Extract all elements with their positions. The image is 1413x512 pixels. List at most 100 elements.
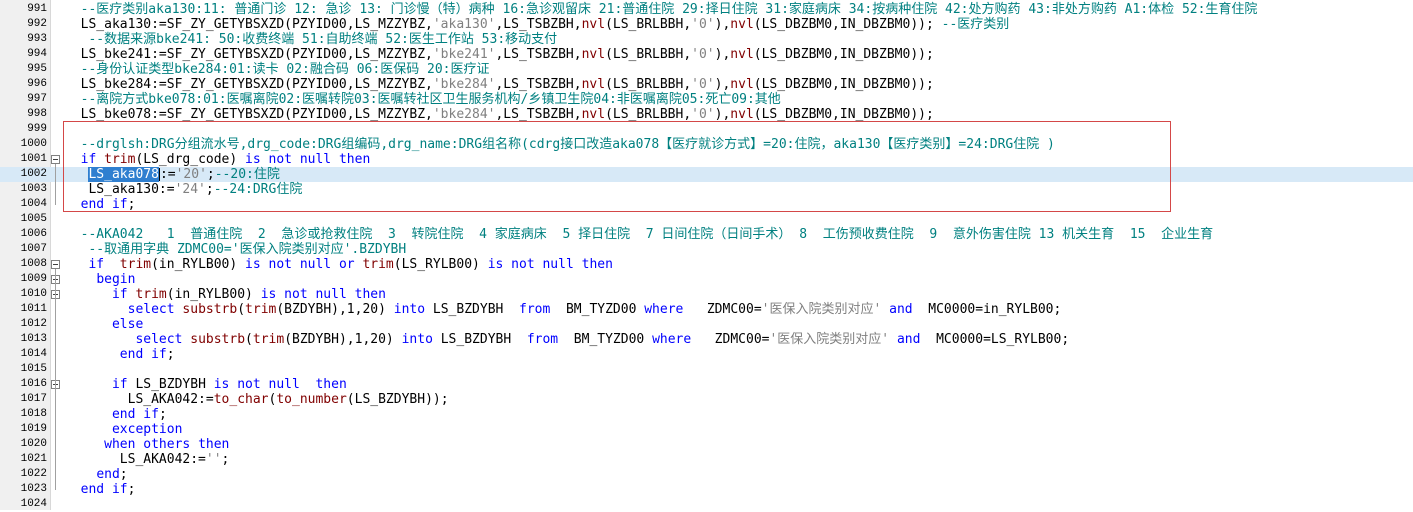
code-line[interactable]: 1006 --AKA042 1 普通住院 2 急诊或抢救住院 3 转院住院 4 … (0, 227, 1413, 242)
code-line[interactable]: 993 --数据来源bke241: 50:收费终端 51:自助终端 52:医生工… (0, 32, 1413, 47)
code-line[interactable]: 998 LS_bke078:=SF_ZY_GETYBSXZD(PZYID00,L… (0, 107, 1413, 122)
code-text: LS_AKA042:=to_char(to_number(LS_BZDYBH))… (65, 392, 449, 407)
code-text: LS_bke078:=SF_ZY_GETYBSXZD(PZYID00,LS_MZ… (65, 107, 934, 122)
fold-guide-line (55, 164, 56, 205)
code-line[interactable]: 1021 LS_AKA042:=''; (0, 452, 1413, 467)
line-number: 995 (27, 63, 47, 75)
code-text: end if; (111, 407, 167, 422)
code-line[interactable]: 1013 select substrb(trim(BZDYBH),1,20) i… (0, 332, 1413, 347)
code-line[interactable]: 995 --身份认证类型bke284:01:读卡 02:融合码 06:医保码 2… (0, 62, 1413, 77)
code-text: LS_bke241:=SF_ZY_GETYBSXZD(PZYID00,LS_MZ… (65, 47, 934, 62)
code-text: --身份认证类型bke284:01:读卡 02:融合码 06:医保码 20:医疗… (80, 62, 490, 77)
code-line[interactable]: 1002 LS_aka078:='20';--20:住院 (0, 167, 1413, 182)
code-line[interactable]: 1015 (0, 362, 1413, 377)
code-line[interactable]: 1022 end; (0, 467, 1413, 482)
code-line[interactable]: 994 LS_bke241:=SF_ZY_GETYBSXZD(PZYID00,L… (0, 47, 1413, 62)
code-line[interactable]: 997 --离院方式bke078:01:医嘱离院02:医嘱转院03:医嘱转社区卫… (0, 92, 1413, 107)
code-text: else (111, 317, 144, 332)
line-number: 1005 (20, 213, 47, 225)
line-number: 1000 (20, 138, 47, 150)
code-text: select substrb(trim(BZDYBH),1,20) into L… (127, 302, 1062, 317)
line-number: 994 (27, 48, 47, 60)
line-number: 1013 (20, 333, 47, 345)
fold-toggle-icon[interactable] (51, 260, 60, 269)
code-line[interactable]: 992 LS_aka130:=SF_ZY_GETYBSXZD(PZYID00,L… (0, 17, 1413, 32)
line-number: 1017 (20, 393, 47, 405)
code-text: if LS_BZDYBH is not null then (111, 377, 347, 392)
code-text: LS_bke284:=SF_ZY_GETYBSXZD(PZYID00,LS_MZ… (65, 77, 934, 92)
code-line[interactable]: 1019 exception (0, 422, 1413, 437)
code-line[interactable]: 1020 when others then (0, 437, 1413, 452)
code-line[interactable]: 1001 if trim(LS_drg_code) is not null th… (0, 152, 1413, 167)
line-number: 1020 (20, 438, 47, 450)
line-number: 1003 (20, 183, 47, 195)
line-number: 1021 (20, 453, 47, 465)
line-number: 1001 (20, 153, 47, 165)
code-text: --AKA042 1 普通住院 2 急诊或抢救住院 3 转院住院 4 家庭病床 … (80, 227, 1214, 242)
code-text: select substrb(trim(BZDYBH),1,20) into L… (135, 332, 1070, 347)
line-number: 1004 (20, 198, 47, 210)
code-text: if trim(in_RYLB00) is not null then (111, 287, 386, 302)
code-line[interactable]: 1009 begin (0, 272, 1413, 287)
code-text: if trim(in_RYLB00) is not null or trim(L… (88, 257, 613, 272)
code-line[interactable]: 991 --医疗类别aka130:11: 普通门诊 12: 急诊 13: 门诊慢… (0, 2, 1413, 17)
code-line[interactable]: 1003 LS_aka130:='24';--24:DRG住院 (0, 182, 1413, 197)
code-line[interactable]: 1012 else (0, 317, 1413, 332)
code-text: --drglsh:DRG分组流水号,drg_code:DRG组编码,drg_na… (80, 137, 1055, 152)
code-text: end; (96, 467, 128, 482)
code-line[interactable]: 1010 if trim(in_RYLB00) is not null then (0, 287, 1413, 302)
line-number: 1010 (20, 288, 47, 300)
code-text: begin (96, 272, 136, 287)
line-number: 999 (27, 123, 47, 135)
code-line[interactable]: 1004 end if; (0, 197, 1413, 212)
line-number: 1011 (20, 303, 47, 315)
text-caret (158, 168, 160, 181)
line-number: 1019 (20, 423, 47, 435)
code-line[interactable]: 996 LS_bke284:=SF_ZY_GETYBSXZD(PZYID00,L… (0, 77, 1413, 92)
code-line[interactable]: 1016 if LS_BZDYBH is not null then (0, 377, 1413, 392)
code-line[interactable]: 1008 if trim(in_RYLB00) is not null or t… (0, 257, 1413, 272)
line-number: 993 (27, 33, 47, 45)
code-line[interactable]: 1011 select substrb(trim(BZDYBH),1,20) i… (0, 302, 1413, 317)
code-line[interactable]: 1007 --取通用字典 ZDMC00='医保入院类别对应'.BZDYBH (0, 242, 1413, 257)
line-number: 1023 (20, 483, 47, 495)
text-selection[interactable]: LS_aka078 (88, 167, 159, 182)
code-text: exception (111, 422, 183, 437)
code-text: --医疗类别aka130:11: 普通门诊 12: 急诊 13: 门诊慢（特）病… (80, 2, 1258, 17)
code-text: LS_aka078:='20';--20:住院 (88, 167, 280, 182)
line-number: 1006 (20, 228, 47, 240)
code-text: LS_aka130:='24';--24:DRG住院 (65, 182, 303, 197)
code-line[interactable]: 1018 end if; (0, 407, 1413, 422)
line-number: 1007 (20, 243, 47, 255)
code-line[interactable]: 1023 end if; (0, 482, 1413, 497)
fold-toggle-icon[interactable] (51, 155, 60, 164)
line-number: 998 (27, 108, 47, 120)
code-line[interactable]: 1000 --drglsh:DRG分组流水号,drg_code:DRG组编码,d… (0, 137, 1413, 152)
line-number: 991 (27, 3, 47, 15)
line-number: 1016 (20, 378, 47, 390)
code-line[interactable]: 1005 (0, 212, 1413, 227)
line-number: 1012 (20, 318, 47, 330)
code-editor[interactable]: 991 --医疗类别aka130:11: 普通门诊 12: 急诊 13: 门诊慢… (0, 0, 1413, 510)
fold-guide-line (55, 269, 56, 490)
line-number: 1015 (20, 363, 47, 375)
line-number: 1022 (20, 468, 47, 480)
code-text: --数据来源bke241: 50:收费终端 51:自助终端 52:医生工作站 5… (88, 32, 558, 47)
code-text: LS_aka130:=SF_ZY_GETYBSXZD(PZYID00,LS_MZ… (65, 17, 1010, 32)
code-text: end if; (119, 347, 175, 362)
code-text: end if; (80, 197, 136, 212)
code-text: --取通用字典 ZDMC00='医保入院类别对应'.BZDYBH (88, 242, 407, 257)
code-line[interactable]: 999 (0, 122, 1413, 137)
code-text: if trim(LS_drg_code) is not null then (80, 152, 371, 167)
line-number: 1009 (20, 273, 47, 285)
code-text: when others then (104, 437, 230, 452)
code-line[interactable]: 1017 LS_AKA042:=to_char(to_number(LS_BZD… (0, 392, 1413, 407)
line-number: 1014 (20, 348, 47, 360)
code-line[interactable]: 1014 end if; (0, 347, 1413, 362)
line-number: 992 (27, 18, 47, 30)
line-number: 1008 (20, 258, 47, 270)
code-text: LS_AKA042:=''; (65, 452, 230, 467)
line-number: 996 (27, 78, 47, 90)
line-number: 997 (27, 93, 47, 105)
code-text: end if; (80, 482, 136, 497)
